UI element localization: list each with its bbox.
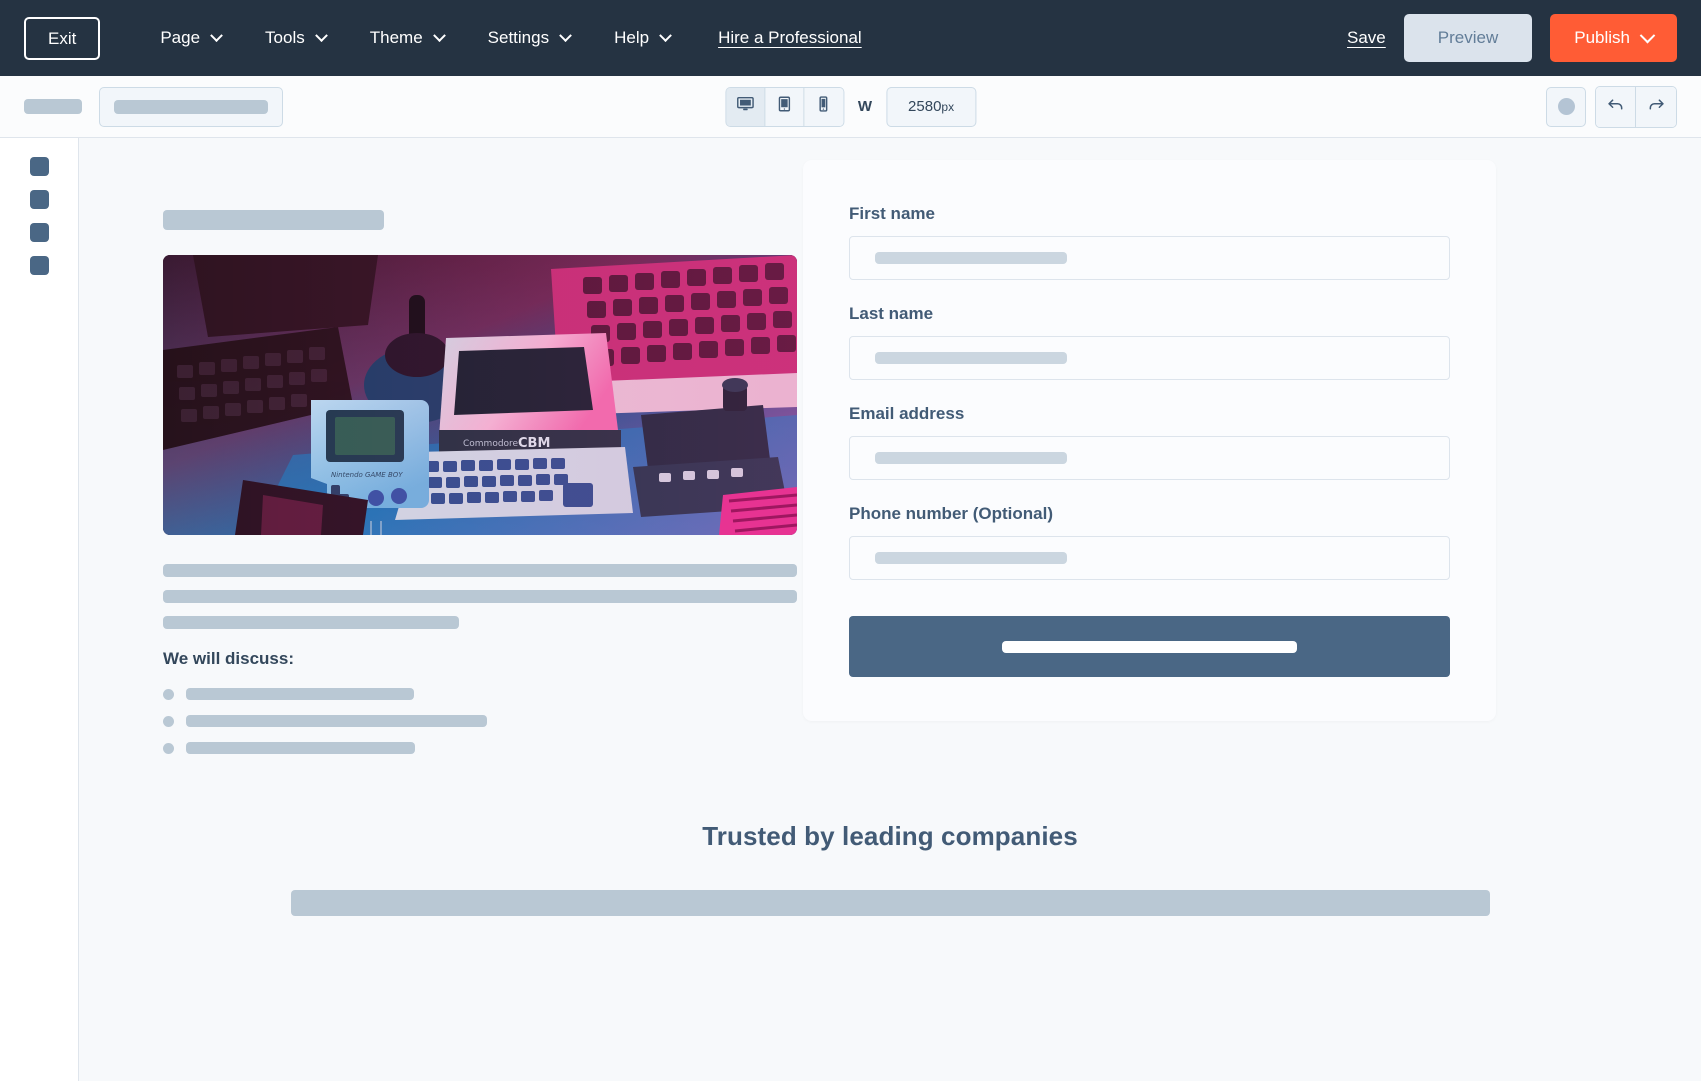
input-placeholder-skeleton: [875, 452, 1067, 464]
redo-arrow-icon: [1647, 95, 1666, 119]
paragraph-line-skeleton: [163, 564, 797, 577]
toolbar-actions: [1546, 86, 1677, 128]
last-name-field[interactable]: [849, 336, 1450, 380]
editor-toolbar: W 2580px: [0, 76, 1701, 138]
sidebar-item-4[interactable]: [30, 256, 49, 275]
we-will-discuss-heading: We will discuss:: [163, 649, 739, 669]
menu-settings[interactable]: Settings: [466, 18, 592, 58]
workspace: Commodore CBM: [0, 138, 1701, 1081]
last-name-group: Last name: [849, 304, 1450, 380]
bullet-dot-icon: [163, 743, 174, 754]
device-toggle-group: [725, 87, 844, 127]
mobile-icon: [814, 95, 832, 118]
mobile-view-button[interactable]: [804, 88, 843, 126]
chevron-down-icon: [315, 29, 328, 42]
last-name-label: Last name: [849, 304, 1450, 324]
chevron-down-icon: [659, 29, 672, 42]
phone-number-group: Phone number (Optional): [849, 504, 1450, 580]
logo-strip-skeleton: [291, 890, 1490, 916]
undo-button[interactable]: [1596, 87, 1636, 127]
breadcrumb: [24, 87, 283, 127]
sidebar-item-2[interactable]: [30, 190, 49, 209]
paragraph-line-skeleton: [163, 616, 459, 629]
discuss-list: [163, 688, 739, 754]
undo-redo-group: [1595, 86, 1677, 128]
list-item: [163, 688, 739, 700]
chevron-down-icon: [559, 29, 572, 42]
submit-label-skeleton: [1002, 641, 1297, 653]
publish-button[interactable]: Publish: [1550, 14, 1677, 62]
trusted-by-section: Trusted by leading companies: [79, 821, 1701, 916]
paragraph-line-skeleton: [163, 590, 797, 603]
email-address-group: Email address: [849, 404, 1450, 480]
hire-a-professional-link[interactable]: Hire a Professional: [718, 28, 862, 48]
menu-tools[interactable]: Tools: [243, 18, 348, 58]
chevron-down-icon: [210, 29, 223, 42]
input-placeholder-skeleton: [875, 552, 1067, 564]
viewport-controls: W 2580px: [725, 87, 976, 127]
phone-number-field[interactable]: [849, 536, 1450, 580]
chevron-down-icon: [1640, 27, 1656, 43]
input-placeholder-skeleton: [875, 352, 1067, 364]
menu-tools-label: Tools: [265, 28, 305, 48]
list-item-skeleton: [186, 688, 414, 700]
tablet-icon: [775, 95, 793, 118]
hero-paragraph: [163, 564, 739, 629]
menu-help[interactable]: Help: [592, 18, 692, 58]
retro-computer-photo: Commodore CBM: [163, 255, 797, 535]
first-name-label: First name: [849, 204, 1450, 224]
submit-button[interactable]: [849, 616, 1450, 677]
top-navigation-bar: Exit Page Tools Theme Settings Help Hire…: [0, 0, 1701, 76]
page-name-skeleton: [114, 100, 268, 114]
first-name-field[interactable]: [849, 236, 1450, 280]
save-button[interactable]: Save: [1347, 28, 1386, 48]
undo-arrow-icon: [1606, 95, 1625, 119]
desktop-view-button[interactable]: [726, 88, 765, 126]
list-item: [163, 715, 739, 727]
page-canvas: Commodore CBM: [79, 138, 1701, 1081]
menu-theme[interactable]: Theme: [348, 18, 466, 58]
bullet-dot-icon: [163, 716, 174, 727]
signup-form-card: First name Last name Email address: [803, 160, 1496, 721]
list-item: [163, 742, 739, 754]
menu-page[interactable]: Page: [138, 18, 243, 58]
input-placeholder-skeleton: [875, 252, 1067, 264]
redo-button[interactable]: [1636, 87, 1676, 127]
width-unit: px: [941, 100, 954, 114]
breadcrumb-skeleton: [24, 99, 82, 114]
hero-left-column: Commodore CBM: [79, 210, 779, 769]
menu-theme-label: Theme: [370, 28, 423, 48]
status-indicator-button[interactable]: [1546, 87, 1586, 127]
hero-image[interactable]: Commodore CBM: [163, 255, 797, 535]
menu-page-label: Page: [160, 28, 200, 48]
width-label: W: [858, 98, 872, 115]
left-sidebar: [0, 138, 79, 1081]
width-input[interactable]: 2580px: [886, 87, 976, 127]
hero-title-skeleton: [163, 210, 384, 230]
phone-number-label: Phone number (Optional): [849, 504, 1450, 524]
circle-indicator-icon: [1558, 98, 1575, 115]
chevron-down-icon: [433, 29, 446, 42]
menu-help-label: Help: [614, 28, 649, 48]
width-value: 2580: [908, 98, 941, 115]
top-bar-actions: Save Preview Publish: [1347, 14, 1677, 62]
preview-button[interactable]: Preview: [1404, 14, 1532, 62]
email-address-field[interactable]: [849, 436, 1450, 480]
page-name-field[interactable]: [99, 87, 283, 127]
desktop-icon: [736, 95, 754, 118]
list-item-skeleton: [186, 742, 415, 754]
first-name-group: First name: [849, 204, 1450, 280]
trusted-by-heading: Trusted by leading companies: [79, 821, 1701, 852]
list-item-skeleton: [186, 715, 487, 727]
tablet-view-button[interactable]: [765, 88, 804, 126]
bullet-dot-icon: [163, 689, 174, 700]
email-address-label: Email address: [849, 404, 1450, 424]
sidebar-item-1[interactable]: [30, 157, 49, 176]
hero-section: Commodore CBM: [79, 138, 1701, 769]
publish-button-label: Publish: [1574, 28, 1630, 48]
main-menu: Page Tools Theme Settings Help Hire a Pr…: [138, 18, 861, 58]
sidebar-item-3[interactable]: [30, 223, 49, 242]
exit-button[interactable]: Exit: [24, 17, 100, 60]
menu-settings-label: Settings: [488, 28, 549, 48]
